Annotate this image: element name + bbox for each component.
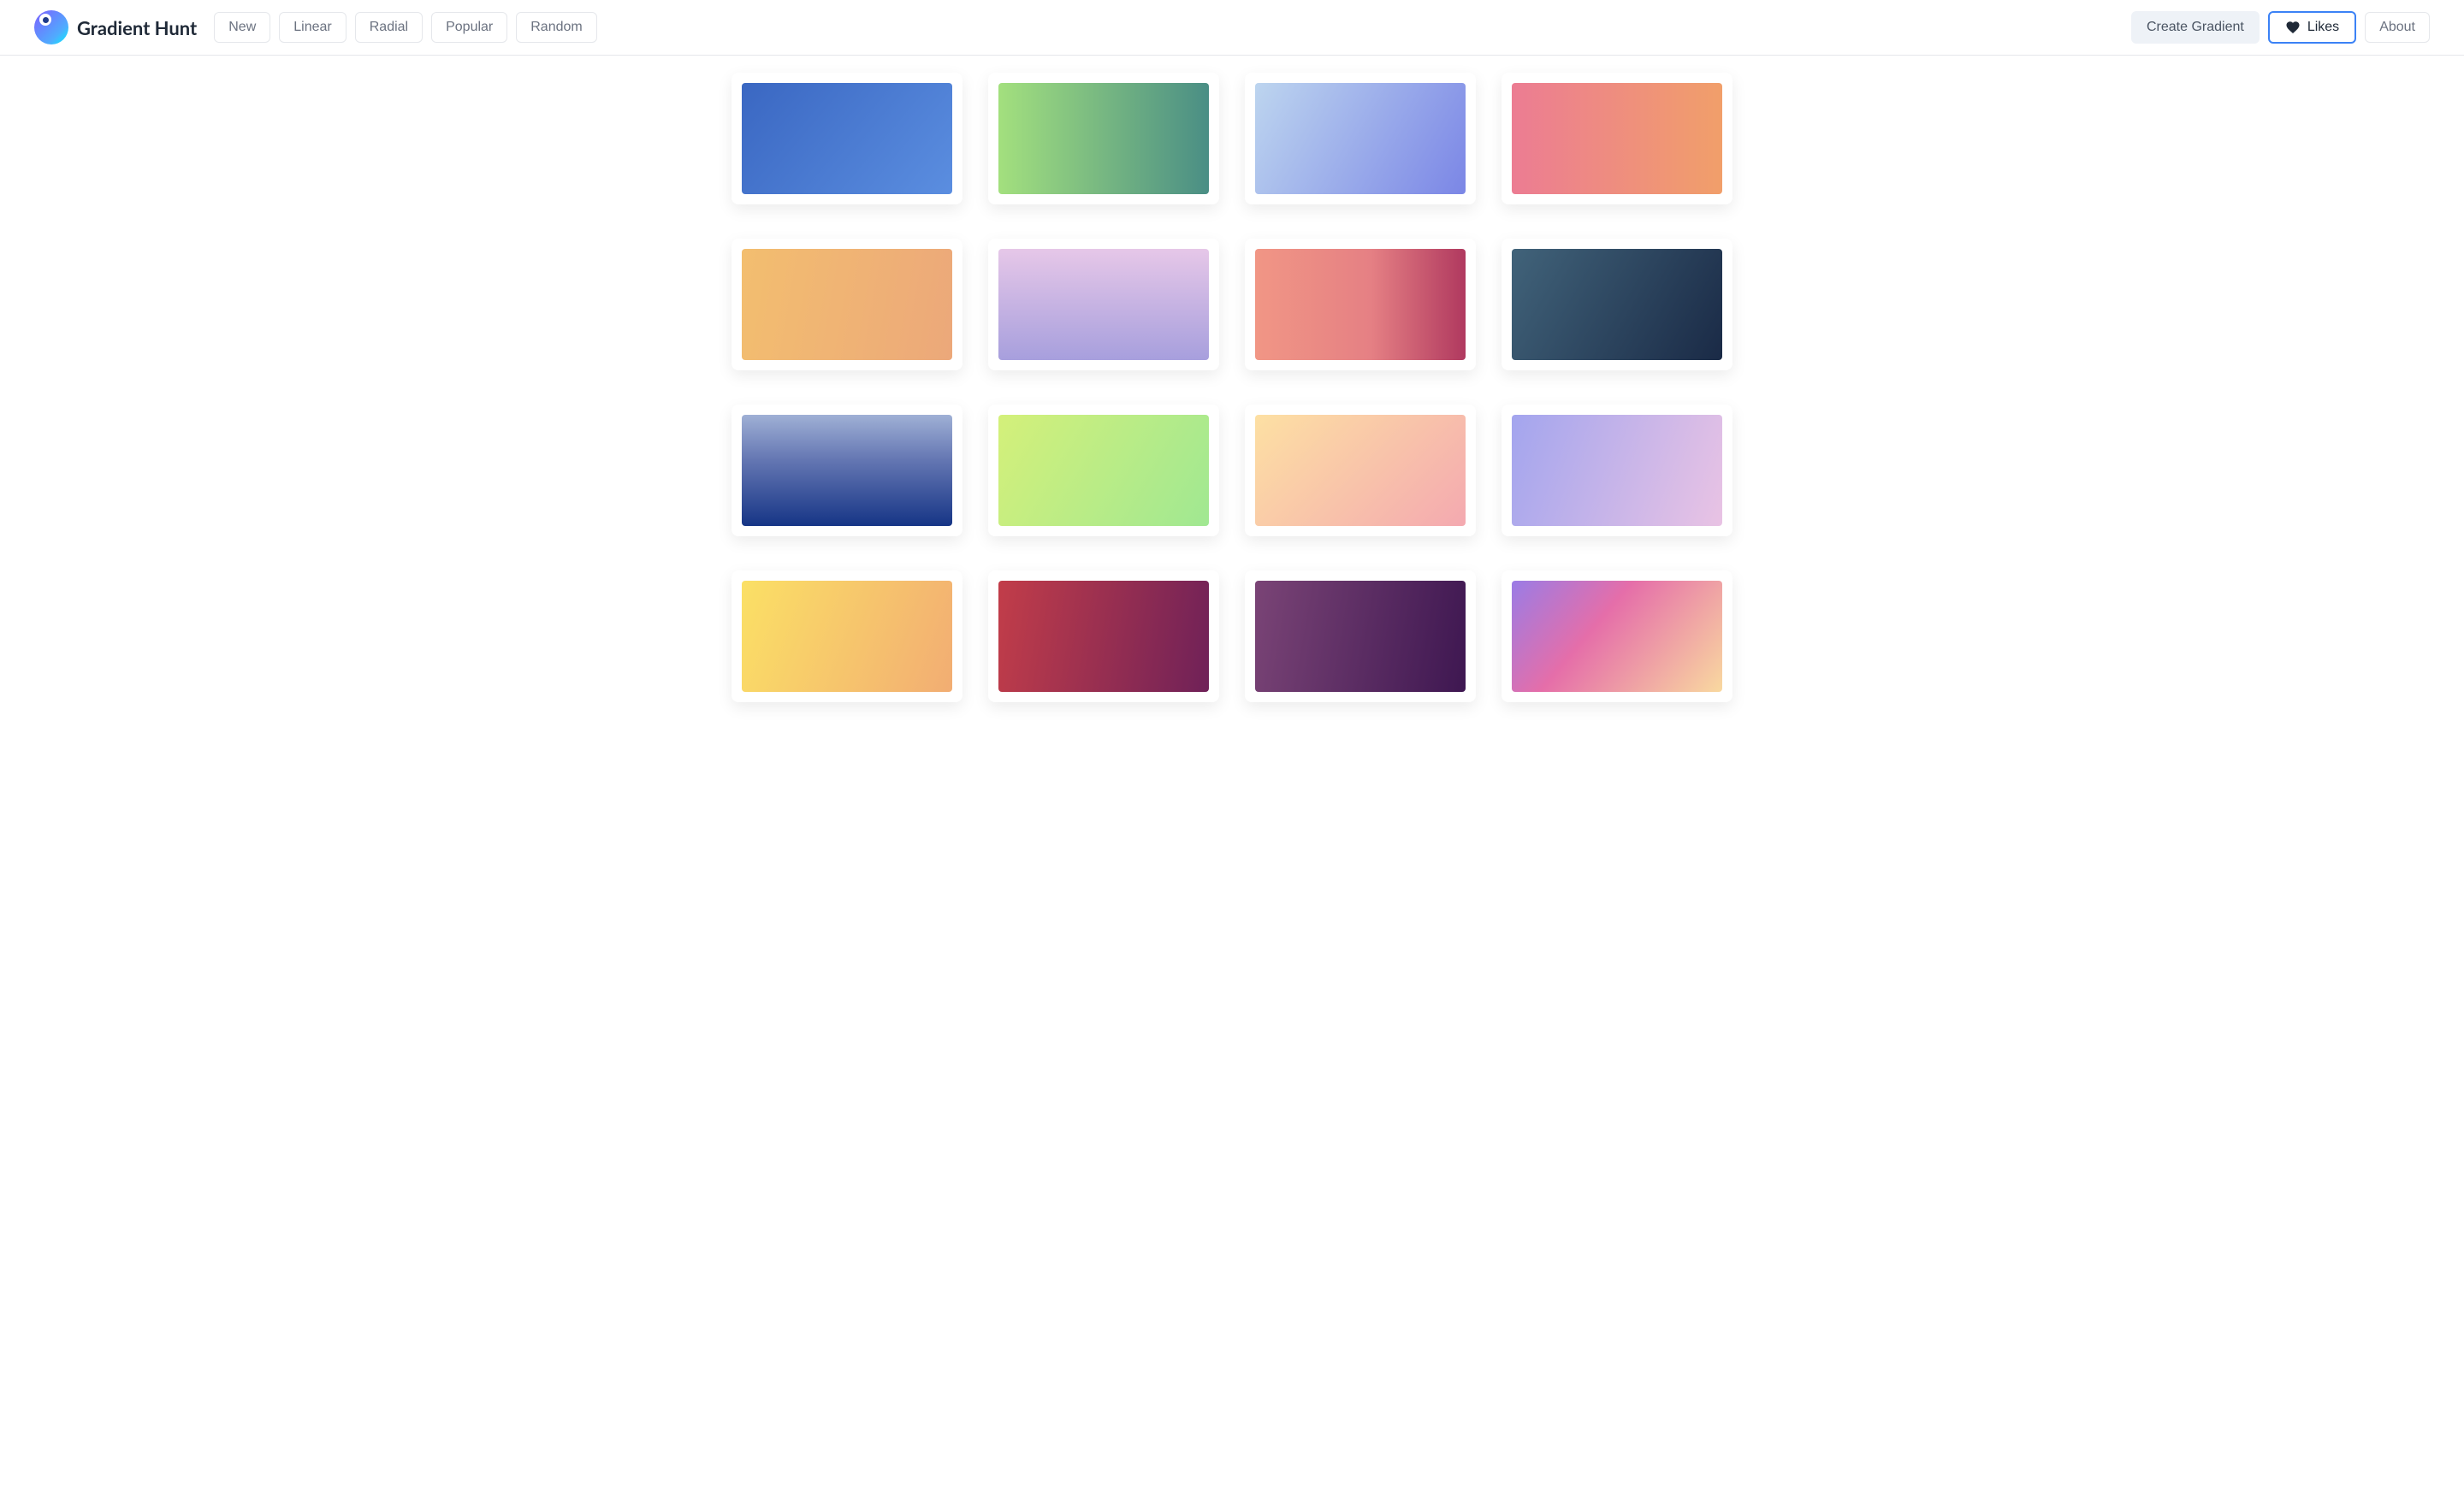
logo-icon xyxy=(34,10,68,44)
gradient-swatch xyxy=(742,83,952,194)
logo-link[interactable]: Gradient Hunt xyxy=(34,10,197,44)
gradient-swatch xyxy=(1512,415,1722,526)
gradient-swatch xyxy=(1255,83,1466,194)
gradient-card[interactable] xyxy=(1502,73,1732,204)
gradient-swatch xyxy=(1255,249,1466,360)
gradient-card[interactable] xyxy=(732,405,962,536)
gradient-card[interactable] xyxy=(1245,239,1476,370)
nav-popular[interactable]: Popular xyxy=(431,12,507,43)
gradient-swatch xyxy=(1512,581,1722,692)
gradient-card[interactable] xyxy=(988,405,1219,536)
gradient-swatch xyxy=(998,415,1209,526)
nav-linear[interactable]: Linear xyxy=(279,12,346,43)
likes-button[interactable]: Likes xyxy=(2268,11,2356,44)
gradient-swatch xyxy=(998,249,1209,360)
gradient-swatch xyxy=(742,581,952,692)
nav-radial[interactable]: Radial xyxy=(355,12,423,43)
gradient-card[interactable] xyxy=(988,239,1219,370)
gradient-swatch xyxy=(1512,249,1722,360)
gradient-swatch xyxy=(742,249,952,360)
gradient-swatch xyxy=(1512,83,1722,194)
gradient-card[interactable] xyxy=(1245,570,1476,702)
gradient-grid xyxy=(697,56,1767,736)
gradient-swatch xyxy=(1255,581,1466,692)
gradient-card[interactable] xyxy=(988,570,1219,702)
heart-icon xyxy=(2285,20,2301,35)
gradient-card[interactable] xyxy=(988,73,1219,204)
gradient-card[interactable] xyxy=(732,239,962,370)
gradient-card[interactable] xyxy=(1502,239,1732,370)
gradient-card[interactable] xyxy=(1502,570,1732,702)
about-button[interactable]: About xyxy=(2365,12,2430,43)
gradient-swatch xyxy=(998,581,1209,692)
nav-new[interactable]: New xyxy=(214,12,270,43)
gradient-card[interactable] xyxy=(732,570,962,702)
gradient-card[interactable] xyxy=(1245,405,1476,536)
gradient-swatch xyxy=(742,415,952,526)
gradient-swatch xyxy=(1255,415,1466,526)
gradient-card[interactable] xyxy=(1245,73,1476,204)
create-gradient-button[interactable]: Create Gradient xyxy=(2131,11,2260,44)
gradient-card[interactable] xyxy=(1502,405,1732,536)
gradient-card[interactable] xyxy=(732,73,962,204)
header: Gradient Hunt New Linear Radial Popular … xyxy=(0,0,2464,56)
brand-name: Gradient Hunt xyxy=(77,16,197,39)
likes-label: Likes xyxy=(2307,20,2339,35)
gradient-swatch xyxy=(998,83,1209,194)
nav-random[interactable]: Random xyxy=(516,12,596,43)
